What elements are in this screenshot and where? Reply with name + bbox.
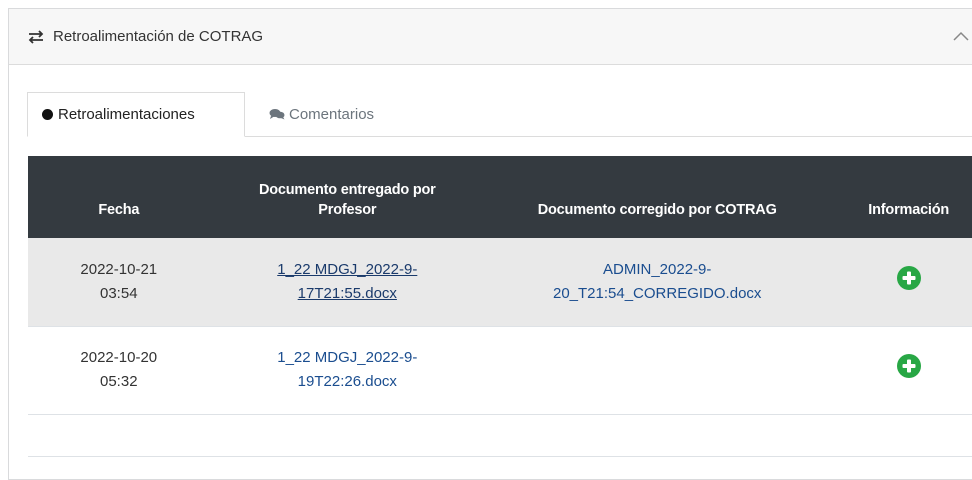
link-text: ADMIN_2022-9-: [603, 260, 712, 278]
time-text: 05:32: [100, 373, 138, 390]
plus-circle-icon[interactable]: [896, 354, 921, 378]
tab-label: Comentarios: [289, 105, 375, 123]
tab-retroalimentaciones[interactable]: Retroalimentaciones: [27, 92, 245, 137]
header-line: Documento entregado por: [258, 182, 436, 198]
info-cell: [829, 238, 972, 326]
tab-label: Retroalimentaciones: [58, 106, 195, 123]
professor-document-cell: 1_22 MDGJ_2022-9- 19T22:26.docx: [210, 326, 485, 414]
table-header-row: Fecha Documento entregado por Profesor D…: [28, 156, 972, 238]
link-text: 1_22 MDGJ_2022-9-: [277, 260, 418, 278]
table-row: 2022-10-20 05:32 1_22 MDGJ_2022-9- 19T22…: [28, 326, 972, 414]
swap-arrows-icon: [27, 29, 45, 44]
date-text: 2022-10-21: [80, 260, 158, 278]
header-informacion[interactable]: Información: [829, 156, 972, 238]
panel-header[interactable]: Retroalimentación de COTRAG: [9, 9, 972, 65]
plus-circle-icon[interactable]: [896, 265, 921, 290]
header-documento-profesor[interactable]: Documento entregado por Profesor: [210, 156, 485, 238]
empty-row: [28, 414, 972, 456]
professor-document-link[interactable]: 1_22 MDGJ_2022-9- 17T21:55.docx: [277, 261, 417, 302]
header-fecha[interactable]: Fecha: [28, 156, 210, 238]
link-text: 19T22:26.docx: [297, 373, 397, 390]
info-cell: [829, 326, 972, 414]
professor-document-cell: 1_22 MDGJ_2022-9- 17T21:55.docx: [210, 238, 485, 326]
date-cell: 2022-10-20 05:32: [28, 326, 210, 414]
tab-comentarios[interactable]: Comentarios: [269, 92, 374, 136]
tab-bar: Retroalimentaciones Comentarios: [27, 92, 972, 137]
cotrag-document-cell: [485, 326, 829, 414]
table-row: 2022-10-21 03:54 1_22 MDGJ_2022-9- 17T21…: [28, 238, 972, 326]
empty-cell: [28, 414, 972, 456]
professor-document-link[interactable]: 1_22 MDGJ_2022-9- 19T22:26.docx: [277, 349, 417, 390]
header-documento-cotrag[interactable]: Documento corregido por COTRAG: [485, 156, 829, 238]
panel-title: Retroalimentación de COTRAG: [53, 28, 264, 45]
header-line: Profesor: [318, 202, 377, 218]
time-text: 03:54: [100, 284, 138, 302]
link-text: 1_22 MDGJ_2022-9-: [277, 349, 418, 366]
link-text: 17T21:55.docx: [297, 284, 397, 302]
dot-icon: [42, 109, 53, 120]
link-text: 20_T21:54_CORREGIDO.docx: [552, 284, 762, 302]
date-text: 2022-10-20: [80, 349, 158, 366]
date-cell: 2022-10-21 03:54: [28, 238, 210, 326]
feedback-table: Fecha Documento entregado por Profesor D…: [28, 156, 972, 457]
cotrag-feedback-panel: Retroalimentación de COTRAG Retroaliment…: [8, 8, 972, 480]
cotrag-document-cell: ADMIN_2022-9- 20_T21:54_CORREGIDO.docx: [485, 238, 829, 326]
comments-icon: [269, 108, 285, 120]
cotrag-document-link[interactable]: ADMIN_2022-9- 20_T21:54_CORREGIDO.docx: [553, 261, 761, 302]
chevron-up-icon[interactable]: [953, 29, 969, 41]
